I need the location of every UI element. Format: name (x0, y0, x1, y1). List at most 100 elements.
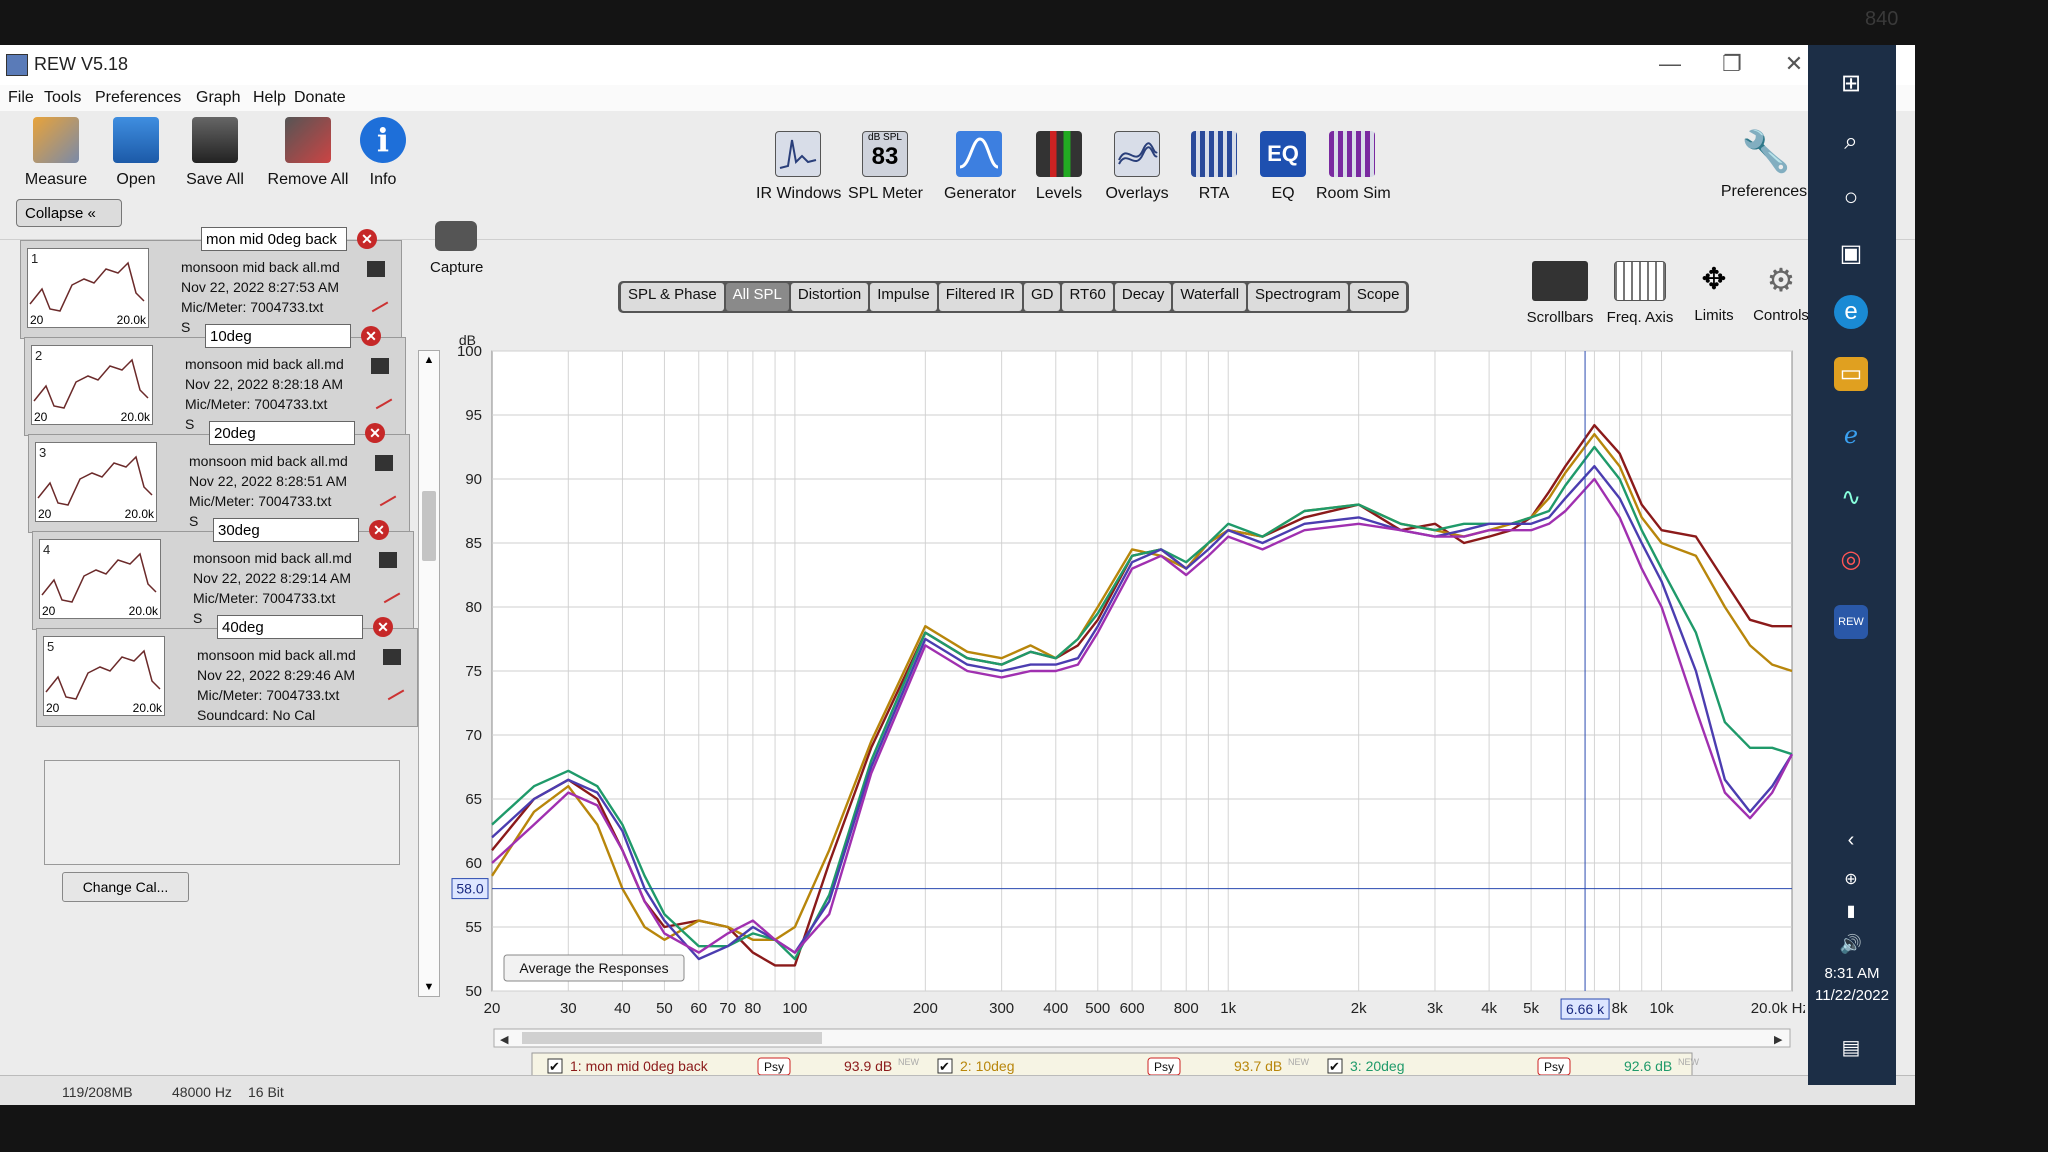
chevron-left-icon[interactable]: ‹ (1834, 823, 1868, 857)
rew-taskbar-icon[interactable]: REW (1834, 605, 1868, 639)
tab-scope[interactable]: Scope (1349, 283, 1407, 311)
thumbnail-axis-min: 20 (38, 507, 52, 521)
open-button[interactable]: Open (102, 117, 170, 189)
file-explorer-icon[interactable]: ▭ (1834, 357, 1868, 391)
tab-impulse[interactable]: Impulse (870, 283, 937, 311)
tab-distortion[interactable]: Distortion (790, 283, 869, 311)
y-tick-label: 90 (465, 471, 482, 488)
edge-icon[interactable]: e (1834, 295, 1868, 329)
network-icon[interactable]: ⊕ (1834, 863, 1868, 897)
x-tick-label: 20.0k Hz (1751, 1000, 1805, 1017)
menu-tools[interactable]: Tools (44, 89, 81, 107)
remove-measurement-icon[interactable]: ✕ (357, 229, 377, 249)
menu-graph[interactable]: Graph (196, 89, 240, 107)
measurement-pen-icon[interactable] (379, 675, 405, 701)
tab-waterfall[interactable]: Waterfall (1173, 283, 1247, 311)
internet-explorer-icon[interactable]: ℯ (1834, 419, 1868, 453)
measurement-thumbnail[interactable]: 3 20 20.0k (35, 442, 157, 522)
notifications-icon[interactable]: ▤ (1834, 1031, 1868, 1065)
ir-windows-button[interactable]: IR Windows (756, 131, 841, 203)
activity-monitor-icon[interactable]: ∿ (1834, 481, 1868, 515)
camera-icon (435, 221, 477, 251)
y-tick-label: 50 (465, 983, 482, 1000)
rta-button[interactable]: RTA (1188, 131, 1240, 203)
collapse-button[interactable]: Collapse « (16, 199, 122, 227)
notes-area[interactable] (44, 760, 400, 865)
remove-measurement-icon[interactable]: ✕ (361, 326, 381, 346)
frequency-scroll-thumb[interactable] (522, 1032, 822, 1044)
thumbnail-axis-min: 20 (30, 313, 44, 327)
spl-meter-button[interactable]: dB SPL 83 SPL Meter (848, 131, 923, 203)
measurement-edit-icon[interactable] (379, 552, 397, 568)
measurement-name-field[interactable]: 30deg (213, 518, 359, 542)
scroll-right-icon[interactable]: ▶ (1774, 1034, 1783, 1046)
measurement-edit-icon[interactable] (375, 455, 393, 471)
measurement-thumbnail[interactable]: 5 20 20.0k (43, 636, 165, 716)
rta-icon (1191, 131, 1237, 177)
overlays-button[interactable]: Overlays (1102, 131, 1172, 203)
y-tick-label: 65 (465, 791, 482, 808)
measurement-name-field[interactable]: mon mid 0deg back (201, 227, 347, 251)
search-icon[interactable]: ⌕ (1834, 125, 1868, 159)
remove-measurement-icon[interactable]: ✕ (369, 520, 389, 540)
tab-all-spl[interactable]: All SPL (725, 283, 789, 311)
measurement-name-field[interactable]: 10deg (205, 324, 351, 348)
remove-measurement-icon[interactable]: ✕ (373, 617, 393, 637)
x-tick-label: 70 (719, 1000, 736, 1017)
restore-button[interactable]: ❐ (1712, 49, 1752, 79)
tab-spectrogram[interactable]: Spectrogram (1248, 283, 1348, 311)
measurement-pen-icon[interactable] (371, 481, 397, 507)
tab-gd[interactable]: GD (1023, 283, 1061, 311)
measurement-edit-icon[interactable] (383, 649, 401, 665)
measurement-pen-icon[interactable] (363, 287, 389, 313)
measurement-pen-icon[interactable] (367, 384, 393, 410)
eq-button[interactable]: EQ EQ (1260, 131, 1306, 203)
measure-button[interactable]: Measure (22, 117, 90, 189)
info-button[interactable]: i Info (360, 117, 406, 189)
measurement-thumbnail[interactable]: 2 20 20.0k (31, 345, 153, 425)
change-cal-button[interactable]: Change Cal... (62, 872, 189, 902)
measurement-edit-icon[interactable] (371, 358, 389, 374)
room-sim-button[interactable]: Room Sim (1316, 131, 1391, 203)
spl-graph[interactable]: 50 55 60 65 70 75 80 85 90 95 100 dB 20 30 40 50 60 70 80 1… (430, 315, 1805, 1075)
menu-donate[interactable]: Donate (294, 89, 346, 107)
generator-label: Generator (944, 185, 1017, 202)
windows-start-icon[interactable]: ⊞ (1834, 67, 1868, 101)
tab-spl-phase[interactable]: SPL & Phase (621, 283, 724, 311)
battery-icon[interactable]: ▮ (1834, 895, 1868, 929)
measurement-name-field[interactable]: 40deg (217, 615, 363, 639)
save-all-button[interactable]: Save All (180, 117, 250, 189)
levels-button[interactable]: Levels (1026, 131, 1092, 203)
remove-all-button[interactable]: Remove All (266, 117, 350, 189)
remove-measurement-icon[interactable]: ✕ (365, 423, 385, 443)
generator-button[interactable]: Generator (944, 131, 1017, 203)
capture-button[interactable]: Capture (430, 221, 483, 276)
media-app-icon[interactable]: ◎ (1834, 543, 1868, 577)
levels-icon (1036, 131, 1082, 177)
cortana-icon[interactable]: ○ (1834, 181, 1868, 215)
wrench-icon: 🔧 (1741, 130, 1791, 174)
x-tick-label: 4k (1481, 1000, 1497, 1017)
measurement-edit-icon[interactable] (367, 261, 385, 277)
room-sim-label: Room Sim (1316, 185, 1391, 202)
menu-help[interactable]: Help (253, 89, 286, 107)
tab-decay[interactable]: Decay (1114, 283, 1172, 311)
taskbar-clock-time[interactable]: 8:31 AM (1808, 965, 1896, 982)
measurement-thumbnail[interactable]: 4 20 20.0k (39, 539, 161, 619)
scroll-left-icon[interactable]: ◀ (500, 1034, 509, 1046)
measurement-name-field[interactable]: 20deg (209, 421, 355, 445)
taskbar-clock-date[interactable]: 11/22/2022 (1808, 987, 1896, 1004)
preferences-button[interactable]: 🔧 Preferences (1720, 129, 1808, 201)
menu-file[interactable]: File (8, 89, 34, 107)
task-view-icon[interactable]: ▣ (1834, 237, 1868, 271)
rta-label: RTA (1198, 185, 1230, 202)
tab-rt60[interactable]: RT60 (1062, 283, 1113, 311)
volume-icon[interactable]: 🔊 (1834, 927, 1868, 961)
measurement-pen-icon[interactable] (375, 578, 401, 604)
measurement-thumbnail[interactable]: 1 20 20.0k (27, 248, 149, 328)
tab-filtered-ir[interactable]: Filtered IR (938, 283, 1022, 311)
minimize-button[interactable]: — (1650, 49, 1690, 79)
y-tick-label: 80 (465, 599, 482, 616)
measurement-item[interactable]: 40deg ✕ 5 20 20.0k monsoon mid back all.md Nov… (36, 615, 418, 727)
menu-preferences[interactable]: Preferences (95, 89, 181, 107)
